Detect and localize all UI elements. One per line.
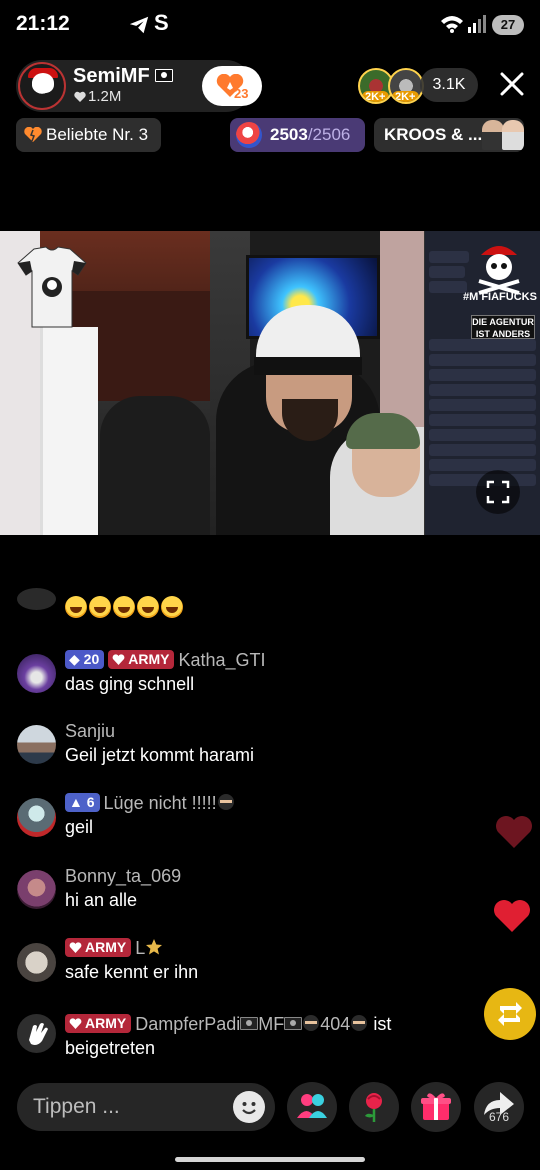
user-avatar[interactable] <box>17 725 56 764</box>
emoji-button[interactable] <box>233 1091 265 1123</box>
match-label: KROOS & ... <box>384 125 483 144</box>
close-icon[interactable] <box>496 68 528 100</box>
guests-icon <box>297 1094 327 1118</box>
ninja-icon <box>217 794 234 810</box>
goal-gift-icon <box>236 122 262 148</box>
army-badge: ARMY <box>108 650 175 669</box>
guests-button[interactable] <box>287 1082 337 1132</box>
chat-user-line: ▲ 6 Lüge nicht !!!!! <box>65 793 235 814</box>
chat-user-line: ARMY L <box>65 938 163 959</box>
signal-icon <box>468 15 486 33</box>
wave-hand-icon <box>29 1023 48 1045</box>
pirate-flag-icon <box>240 1017 259 1030</box>
top-viewer-avatar[interactable]: 2K+ <box>388 68 424 104</box>
share-arrow-icon <box>484 1092 514 1115</box>
overlay-brand: #M FIAFUCKS <box>463 291 537 303</box>
popularity-rank-pill[interactable]: Beliebte Nr. 3 <box>16 118 161 152</box>
gaming-chair <box>100 396 210 535</box>
gift-button[interactable] <box>411 1082 461 1132</box>
army-badge: ARMY <box>65 938 132 957</box>
heart-icon <box>74 91 86 102</box>
level-badge: ▲ 6 <box>65 793 100 812</box>
heart-icon <box>69 1018 82 1029</box>
follow-count: 23 <box>234 86 249 101</box>
comment-input-pill[interactable] <box>17 1083 275 1131</box>
ninja-icon <box>303 1015 320 1031</box>
user-avatar[interactable] <box>17 798 56 837</box>
app-letter: S <box>154 10 169 35</box>
match-pill[interactable]: KROOS & ... <box>374 118 524 152</box>
floating-heart-icon <box>494 900 530 932</box>
camera-feed-left <box>0 231 212 535</box>
battery-icon: 27 <box>492 15 524 35</box>
chat-text: hi an alle <box>65 890 138 910</box>
goal-current: 2503 <box>270 125 308 144</box>
share-button[interactable]: 676 <box>474 1082 524 1132</box>
chat-text: Geil jetzt kommt harami <box>65 745 255 765</box>
home-indicator[interactable] <box>175 1157 365 1162</box>
gift-icon <box>421 1093 451 1120</box>
status-bar: 21:12 S 27 <box>0 0 540 50</box>
chat-text: das ging schnell <box>65 674 195 694</box>
chat-text: geil <box>65 817 94 837</box>
fullscreen-icon <box>486 480 510 504</box>
overlay-agency: DIE AGENTUR IST ANDERS <box>471 315 535 339</box>
chat-username[interactable]: L <box>135 938 145 958</box>
host-name: SemiMF <box>73 65 174 88</box>
viewer-level-badge: 2K+ <box>362 91 389 102</box>
level-badge: ◆ 20 <box>65 650 105 669</box>
host-fans-count: 1.2M <box>88 88 122 105</box>
share-count: 676 <box>488 1110 510 1124</box>
fullscreen-button[interactable] <box>476 470 520 514</box>
status-time: 21:12 <box>16 12 70 35</box>
broken-heart-icon <box>24 127 42 142</box>
rose-gift-button[interactable] <box>349 1082 399 1132</box>
live-video[interactable]: #M FIAFUCKS DIE AGENTUR IST ANDERS <box>0 231 540 535</box>
chat-username[interactable]: Bonny_ta_069 <box>65 866 181 887</box>
follow-button[interactable]: 23 <box>202 66 262 106</box>
smiley-icon <box>242 1102 256 1115</box>
heart-icon <box>112 654 125 665</box>
chat-username[interactable]: Lüge nicht !!!!! <box>104 793 217 813</box>
reshare-button[interactable] <box>484 988 536 1040</box>
join-verb: ist <box>373 1014 392 1034</box>
top-viewers[interactable]: 2K+ 2K+ <box>358 68 426 104</box>
chat-username[interactable]: DampferPadi MF 404 <box>135 1014 368 1034</box>
chat-text: safe kennt er ihn <box>65 962 199 982</box>
goal-pill[interactable]: 2503/2506 <box>230 118 365 152</box>
chat-username[interactable]: Katha_GTI <box>178 650 265 670</box>
user-avatar[interactable] <box>17 588 56 610</box>
host-card[interactable]: SemiMF 1.2M 23 <box>16 60 262 112</box>
chat-user-line: ARMY DampferPadi MF 404 ist <box>65 1014 391 1035</box>
host-avatar[interactable] <box>18 62 66 110</box>
match-avatars <box>482 118 524 152</box>
chat-user-line: ◆ 20 ARMY Katha_GTI <box>65 650 266 671</box>
army-badge: ARMY <box>65 1014 132 1033</box>
skull-icon <box>32 73 54 93</box>
viewer-count[interactable]: 3.1K <box>420 68 478 102</box>
user-avatar[interactable] <box>17 870 56 909</box>
viewer-level-badge: 2K+ <box>392 91 419 102</box>
repeat-icon <box>498 1002 522 1026</box>
user-avatar[interactable] <box>17 654 56 693</box>
floating-heart-icon <box>496 816 532 848</box>
wifi-icon <box>441 16 463 33</box>
goal-max: /2506 <box>307 125 351 144</box>
rank-label: Beliebte Nr. 3 <box>46 125 149 144</box>
ninja-icon <box>351 1015 368 1031</box>
user-avatar[interactable] <box>17 943 56 982</box>
star-icon <box>146 939 163 955</box>
rose-icon <box>365 1093 382 1122</box>
pirate-flag-icon <box>155 69 174 82</box>
heart-icon <box>69 942 82 953</box>
chat-emoji-text <box>65 596 185 619</box>
user-avatar[interactable] <box>17 1014 56 1053</box>
telegram-icon <box>129 16 149 34</box>
jersey-image <box>17 246 87 328</box>
chat-text: beigetreten <box>65 1038 156 1058</box>
chat-username[interactable]: Sanjiu <box>65 721 115 742</box>
comment-input[interactable] <box>33 1091 233 1123</box>
pirate-flag-icon <box>284 1017 303 1030</box>
